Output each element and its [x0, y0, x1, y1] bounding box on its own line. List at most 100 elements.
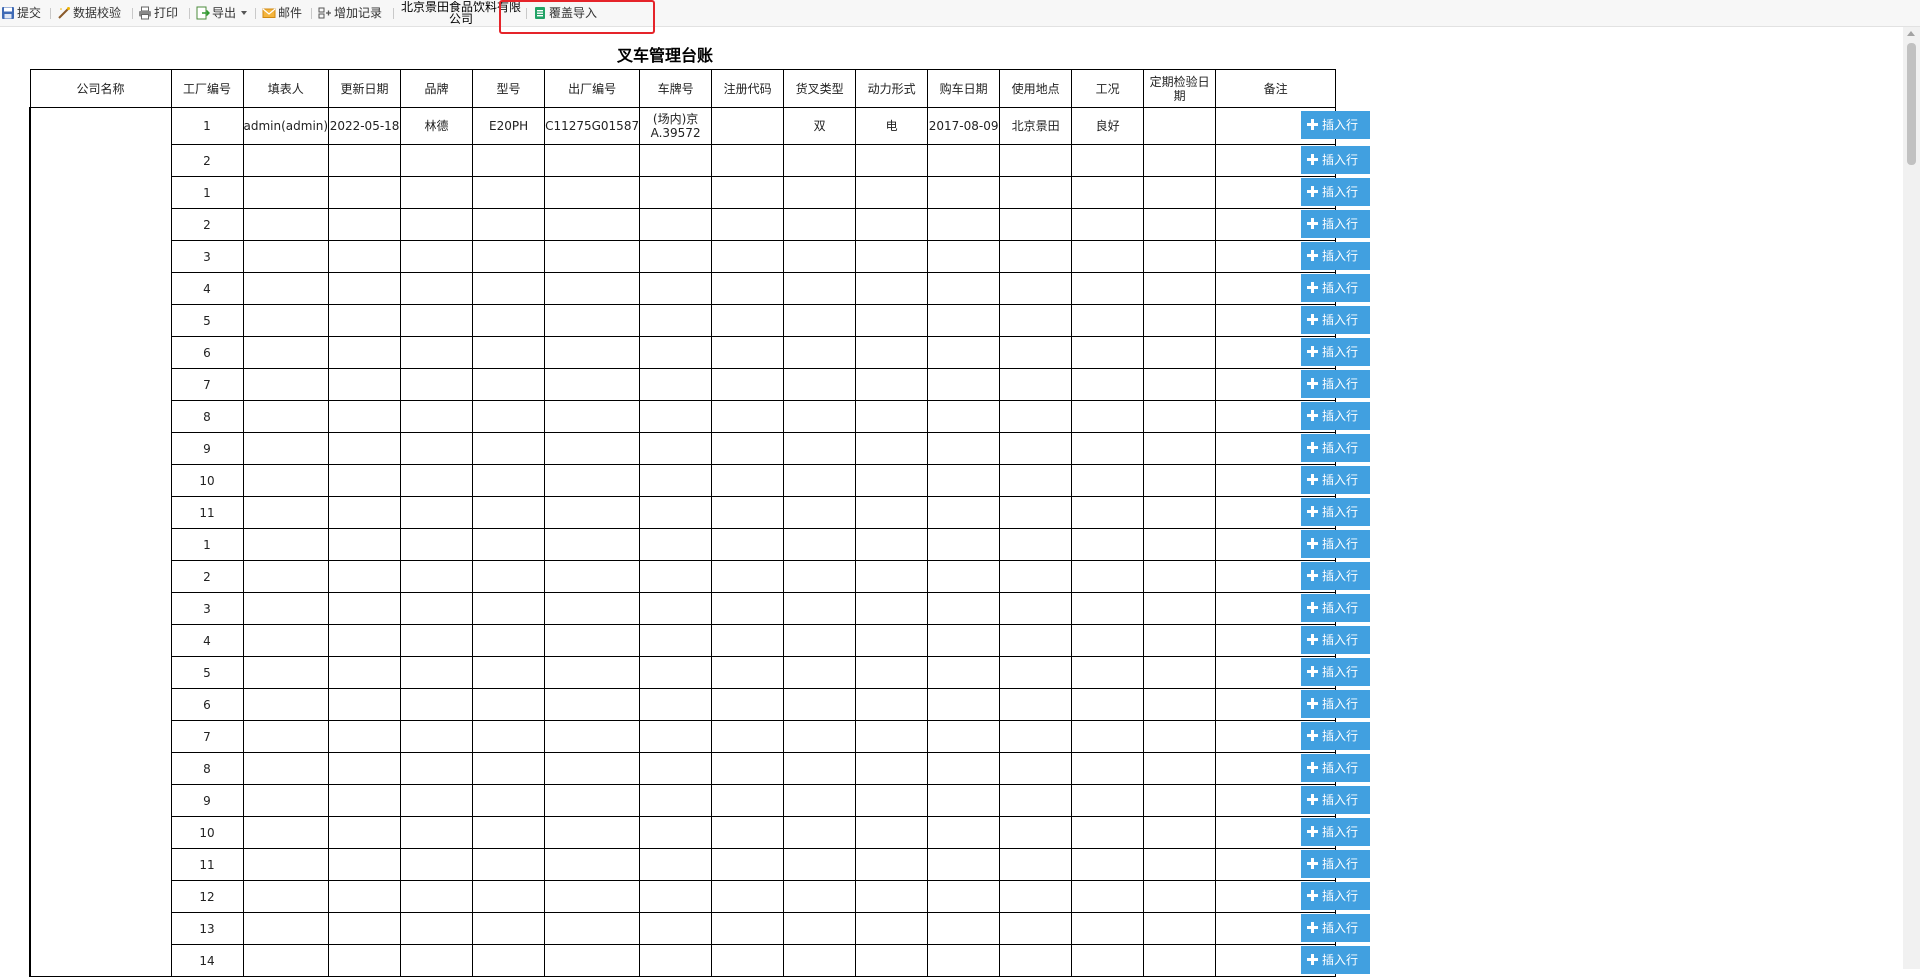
table-cell-no[interactable]: 1: [170, 528, 244, 561]
table-cell-update-date[interactable]: 2022-05-18: [328, 107, 402, 145]
table-cell-inspect-date[interactable]: [1143, 944, 1217, 977]
table-cell-condition[interactable]: [1071, 496, 1145, 529]
table-cell-update-date[interactable]: [328, 528, 402, 561]
table-cell-purchase-date[interactable]: [927, 560, 1001, 593]
table-cell-reg-code[interactable]: [711, 912, 785, 945]
table-cell-update-date[interactable]: [328, 560, 402, 593]
table-cell-location[interactable]: [999, 816, 1073, 849]
table-cell-condition[interactable]: [1071, 656, 1145, 689]
table-cell-purchase-date[interactable]: [927, 176, 1001, 209]
table-cell-inspect-date[interactable]: [1143, 848, 1217, 881]
table-cell-purchase-date[interactable]: [927, 592, 1001, 625]
table-cell-purchase-date[interactable]: [927, 336, 1001, 369]
table-cell-filler[interactable]: [242, 208, 330, 241]
table-cell-update-date[interactable]: [328, 784, 402, 817]
table-cell-model[interactable]: [472, 560, 546, 593]
table-cell-condition[interactable]: [1071, 208, 1145, 241]
table-cell-plate[interactable]: [639, 944, 713, 977]
table-cell-power[interactable]: [855, 368, 929, 401]
table-cell-inspect-date[interactable]: [1143, 464, 1217, 497]
table-cell-reg-code[interactable]: [711, 880, 785, 913]
export-dropdown[interactable]: 导出: [196, 0, 248, 27]
table-cell-brand[interactable]: [400, 176, 474, 209]
table-cell-reg-code[interactable]: [711, 464, 785, 497]
table-cell-reg-code[interactable]: [711, 496, 785, 529]
table-cell-condition[interactable]: [1071, 272, 1145, 305]
table-cell-filler[interactable]: [242, 304, 330, 337]
table-cell-no[interactable]: 3: [170, 592, 244, 625]
table-cell-no[interactable]: 10: [170, 464, 244, 497]
table-cell-fork-type[interactable]: [783, 720, 857, 753]
table-cell-location[interactable]: [999, 784, 1073, 817]
table-cell-power[interactable]: [855, 624, 929, 657]
table-cell-filler[interactable]: [242, 336, 330, 369]
table-cell-model[interactable]: [472, 528, 546, 561]
table-cell-brand[interactable]: [400, 368, 474, 401]
table-cell-power[interactable]: [855, 848, 929, 881]
table-cell-purchase-date[interactable]: [927, 656, 1001, 689]
table-cell-no[interactable]: 6: [170, 336, 244, 369]
table-cell-purchase-date[interactable]: [927, 944, 1001, 977]
table-cell-purchase-date[interactable]: [927, 848, 1001, 881]
table-cell-inspect-date[interactable]: [1143, 656, 1217, 689]
vertical-scrollbar[interactable]: [1903, 27, 1920, 969]
table-cell-no[interactable]: 11: [170, 496, 244, 529]
table-cell-brand[interactable]: [400, 464, 474, 497]
table-cell-serial[interactable]: [544, 208, 641, 241]
table-cell-fork-type[interactable]: [783, 880, 857, 913]
table-cell-update-date[interactable]: [328, 336, 402, 369]
insert-row-button[interactable]: 插入行: [1301, 658, 1370, 686]
table-cell-brand[interactable]: [400, 560, 474, 593]
table-cell-location[interactable]: [999, 560, 1073, 593]
table-cell-brand[interactable]: [400, 528, 474, 561]
table-cell-location[interactable]: [999, 848, 1073, 881]
table-cell-purchase-date[interactable]: [927, 272, 1001, 305]
table-cell-brand[interactable]: [400, 592, 474, 625]
table-cell-serial[interactable]: [544, 592, 641, 625]
table-cell-reg-code[interactable]: [711, 752, 785, 785]
table-cell-filler[interactable]: [242, 880, 330, 913]
table-cell-filler[interactable]: [242, 400, 330, 433]
table-cell-inspect-date[interactable]: [1143, 784, 1217, 817]
table-cell-update-date[interactable]: [328, 880, 402, 913]
table-cell-no[interactable]: 2: [170, 208, 244, 241]
insert-row-button[interactable]: 插入行: [1301, 274, 1370, 302]
table-cell-fork-type[interactable]: [783, 752, 857, 785]
table-cell-condition[interactable]: 良好: [1071, 107, 1145, 145]
table-cell-power[interactable]: [855, 176, 929, 209]
table-cell-condition[interactable]: [1071, 624, 1145, 657]
table-cell-model[interactable]: [472, 816, 546, 849]
table-cell-update-date[interactable]: [328, 272, 402, 305]
table-cell-fork-type[interactable]: [783, 400, 857, 433]
table-cell-plate[interactable]: [639, 816, 713, 849]
table-cell-serial[interactable]: [544, 336, 641, 369]
insert-row-button[interactable]: 插入行: [1301, 818, 1370, 846]
table-cell-purchase-date[interactable]: [927, 912, 1001, 945]
table-cell-plate[interactable]: [639, 464, 713, 497]
table-cell-power[interactable]: [855, 400, 929, 433]
table-cell-location[interactable]: 北京景田: [999, 107, 1073, 145]
table-cell-inspect-date[interactable]: [1143, 624, 1217, 657]
table-cell-filler[interactable]: [242, 848, 330, 881]
table-cell-condition[interactable]: [1071, 848, 1145, 881]
table-cell-power[interactable]: [855, 272, 929, 305]
table-cell-inspect-date[interactable]: [1143, 496, 1217, 529]
table-cell-inspect-date[interactable]: [1143, 272, 1217, 305]
table-cell-condition[interactable]: [1071, 720, 1145, 753]
table-cell-condition[interactable]: [1071, 816, 1145, 849]
table-cell-reg-code[interactable]: [711, 272, 785, 305]
table-cell-no[interactable]: 4: [170, 624, 244, 657]
table-cell-no[interactable]: 14: [170, 944, 244, 977]
table-cell-no[interactable]: 12: [170, 880, 244, 913]
table-cell-update-date[interactable]: [328, 464, 402, 497]
table-cell-brand[interactable]: 林德: [400, 107, 474, 145]
table-cell-reg-code[interactable]: [711, 208, 785, 241]
table-cell-brand[interactable]: [400, 624, 474, 657]
table-cell-model[interactable]: [472, 880, 546, 913]
table-cell-update-date[interactable]: [328, 144, 402, 177]
table-cell-location[interactable]: [999, 880, 1073, 913]
insert-row-button[interactable]: 插入行: [1301, 434, 1370, 462]
table-cell-fork-type[interactable]: [783, 784, 857, 817]
table-cell-plate[interactable]: [639, 304, 713, 337]
table-cell-inspect-date[interactable]: [1143, 688, 1217, 721]
